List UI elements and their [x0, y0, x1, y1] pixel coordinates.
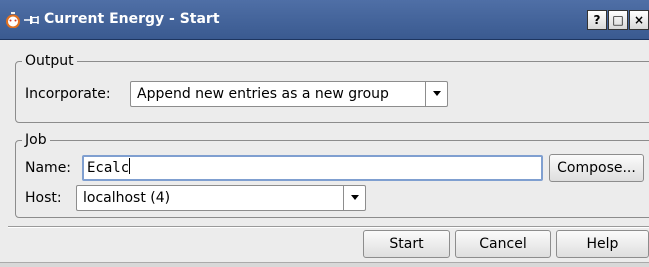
- host-select[interactable]: localhost (4): [76, 185, 366, 211]
- name-value: Ecalc: [87, 160, 130, 176]
- job-group-title: Job: [22, 131, 50, 149]
- compose-button-label: Compose...: [557, 160, 636, 176]
- button-row-separator: [8, 226, 649, 228]
- stopwatch-icon[interactable]: [6, 12, 20, 28]
- output-group-title: Output: [22, 52, 77, 70]
- chevron-down-icon[interactable]: [425, 82, 447, 106]
- start-button-label: Start: [389, 236, 424, 252]
- close-icon: ×: [633, 13, 645, 27]
- name-label: Name:: [25, 160, 72, 176]
- cancel-button[interactable]: Cancel: [455, 230, 551, 258]
- incorporate-select[interactable]: Append new entries as a new group: [130, 81, 448, 107]
- text-caret: [129, 158, 131, 174]
- window-title: Current Energy - Start: [44, 11, 220, 27]
- compose-button[interactable]: Compose...: [549, 154, 644, 182]
- close-window-button[interactable]: ×: [629, 10, 649, 30]
- title-bar[interactable]: Current Energy - Start ? □ ×: [0, 0, 649, 40]
- help-window-button[interactable]: ?: [587, 10, 607, 30]
- question-icon: ?: [593, 13, 601, 27]
- cancel-button-label: Cancel: [479, 236, 527, 252]
- help-button-label: Help: [586, 236, 619, 252]
- name-input[interactable]: Ecalc: [82, 155, 543, 181]
- maximize-icon: □: [612, 13, 624, 27]
- host-label: Host:: [25, 190, 62, 206]
- start-button[interactable]: Start: [363, 230, 450, 258]
- pin-icon[interactable]: [24, 13, 40, 27]
- chevron-down-icon[interactable]: [343, 186, 365, 210]
- incorporate-value: Append new entries as a new group: [137, 86, 389, 102]
- incorporate-label: Incorporate:: [25, 86, 111, 102]
- help-button[interactable]: Help: [556, 230, 649, 258]
- window-bottom-edge: [0, 262, 649, 267]
- host-value: localhost (4): [83, 190, 171, 206]
- maximize-window-button[interactable]: □: [608, 10, 628, 30]
